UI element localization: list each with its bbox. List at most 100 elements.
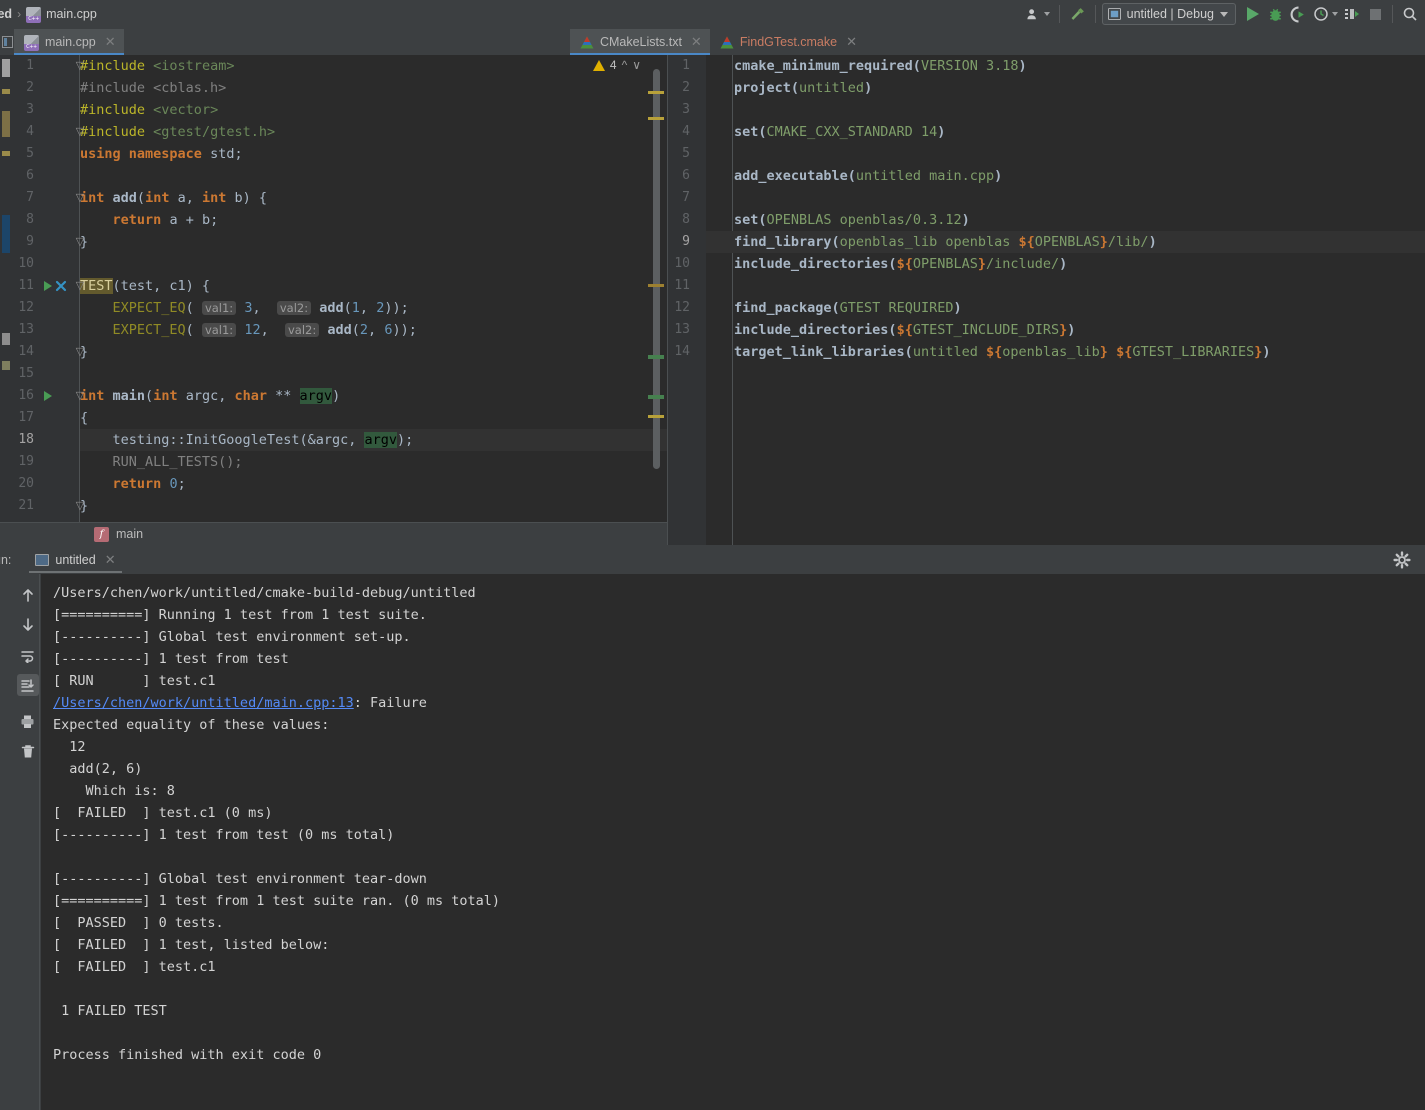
- gutter-run-main-icon[interactable]: [44, 385, 52, 407]
- stripe-mark-warning[interactable]: [648, 91, 664, 94]
- print-icon[interactable]: [17, 710, 39, 732]
- line-number: 2: [682, 80, 690, 95]
- close-icon[interactable]: ✕: [691, 34, 702, 50]
- fold-icon[interactable]: ▽: [74, 231, 86, 253]
- line-number-current: 18: [18, 432, 34, 447]
- run-with-coverage-icon[interactable]: [1287, 3, 1310, 25]
- search-icon[interactable]: [1399, 3, 1421, 25]
- line-number: 14: [674, 344, 690, 359]
- close-icon[interactable]: ✕: [846, 34, 857, 50]
- breadcrumb-function-name[interactable]: main: [116, 527, 143, 541]
- cpp-file-icon: [24, 34, 39, 51]
- console-line: 12: [53, 739, 86, 755]
- line-number: 3: [682, 102, 690, 117]
- attach-icon[interactable]: [1341, 3, 1364, 25]
- breadcrumb-file[interactable]: main.cpp: [46, 7, 97, 21]
- line-number-current: 9: [682, 234, 690, 249]
- clion-ide-window: led › main.cpp untitled | Debug: [0, 0, 1425, 1110]
- close-icon[interactable]: ✕: [105, 34, 116, 50]
- console-line: Process finished with exit code 0: [53, 1047, 322, 1063]
- main-toolbar: led › main.cpp untitled | Debug: [0, 0, 1425, 28]
- console-line: [ PASSED ] 0 tests.: [53, 915, 224, 931]
- stripe-mark-warning[interactable]: [648, 117, 664, 120]
- run-icon[interactable]: [1242, 3, 1264, 25]
- line-number: 7: [26, 190, 34, 205]
- run-tool-label: un:: [0, 553, 12, 567]
- close-icon[interactable]: ✕: [105, 552, 116, 568]
- tab-findgtest-cmake[interactable]: FindGTest.cmake ✕: [709, 29, 865, 55]
- breadcrumb-separator-icon: ›: [17, 7, 22, 21]
- line-number: 19: [18, 454, 34, 469]
- console-icon: [35, 554, 50, 566]
- fold-icon[interactable]: ▽: [74, 275, 86, 297]
- fold-icon[interactable]: ▽: [74, 187, 86, 209]
- stripe-mark-change[interactable]: [648, 355, 664, 359]
- project-tool-icon[interactable]: [0, 29, 14, 55]
- console-line: add(2, 6): [53, 761, 143, 777]
- line-number: 4: [26, 124, 34, 139]
- run-panel-left-strip: [0, 574, 16, 1110]
- line-number: 3: [26, 102, 34, 117]
- scrollbar-thumb[interactable]: [653, 69, 660, 469]
- file-link[interactable]: /Users/chen/work/untitled/main.cpp:13: [53, 695, 354, 711]
- editor-main-cpp[interactable]: #include <iostream> #include <cblas.h> #…: [0, 55, 668, 545]
- stripe-mark-change[interactable]: [648, 395, 664, 399]
- editor-code-left[interactable]: #include <iostream> #include <cblas.h> #…: [80, 55, 667, 545]
- editor-breadcrumb-left[interactable]: f main: [0, 522, 667, 545]
- console-line: [ FAILED ] test.c1 (0 ms): [53, 805, 273, 821]
- profile-icon[interactable]: [1310, 3, 1341, 25]
- inspection-widget[interactable]: 4 ^ ∨: [592, 58, 641, 72]
- fold-icon[interactable]: ▽: [74, 495, 86, 517]
- stripe-mark-warning[interactable]: [648, 284, 664, 287]
- user-dropdown-icon[interactable]: [1023, 3, 1053, 25]
- breadcrumb-project[interactable]: led: [0, 7, 12, 21]
- cmake-file-icon: [720, 36, 734, 49]
- console-line: [ FAILED ] test.c1: [53, 959, 216, 975]
- toolbar-divider-3: [1392, 5, 1393, 23]
- warning-count: 4: [609, 58, 617, 72]
- line-number: 13: [18, 322, 34, 337]
- tab-label: CMakeLists.txt: [599, 35, 682, 49]
- stripe-mark-warning[interactable]: [648, 415, 664, 418]
- editor-scrollbar-left[interactable]: [648, 69, 664, 489]
- fold-icon[interactable]: ▽: [74, 55, 86, 77]
- tab-main-cpp[interactable]: main.cpp ✕: [14, 29, 124, 55]
- gutter-run-test-icon[interactable]: [44, 275, 67, 297]
- warning-icon: [592, 59, 605, 71]
- console-line: [----------] Global test environment tea…: [53, 871, 427, 887]
- tab-label: FindGTest.cmake: [739, 35, 838, 49]
- editor-cmakelists[interactable]: cmake_minimum_required(VERSION 3.18) pro…: [668, 55, 1425, 545]
- line-number: 5: [682, 146, 690, 161]
- run-tab-untitled[interactable]: untitled ✕: [29, 547, 122, 573]
- line-number: 20: [18, 476, 34, 491]
- scroll-down-icon[interactable]: [17, 614, 39, 636]
- line-number: 6: [26, 168, 34, 183]
- toolbar-divider: [1058, 5, 1060, 23]
- console-output[interactable]: /Users/chen/work/untitled/cmake-build-de…: [41, 574, 1425, 1110]
- line-number: 9: [26, 234, 34, 249]
- run-panel-header: un: untitled ✕: [0, 546, 1425, 574]
- editor-code-right[interactable]: cmake_minimum_required(VERSION 3.18) pro…: [706, 55, 1425, 545]
- failure-suffix: : Failure: [353, 695, 427, 711]
- next-problem-icon[interactable]: ∨: [632, 58, 641, 72]
- line-number: 10: [674, 256, 690, 271]
- line-number: 8: [682, 212, 690, 227]
- fold-icon[interactable]: ▽: [74, 341, 86, 363]
- build-hammer-icon[interactable]: [1066, 3, 1089, 25]
- toolbar-divider-2: [1094, 5, 1096, 23]
- debug-icon[interactable]: [1264, 3, 1287, 25]
- previous-problem-icon[interactable]: ^: [622, 58, 628, 72]
- console-line: 1 FAILED TEST: [53, 1003, 167, 1019]
- toolbar-actions: untitled | Debug: [1023, 3, 1425, 25]
- gear-icon[interactable]: [1393, 551, 1413, 571]
- line-number: 11: [674, 278, 690, 293]
- fold-icon[interactable]: ▽: [74, 121, 86, 143]
- clear-all-icon[interactable]: [17, 740, 39, 762]
- run-configuration-selector[interactable]: untitled | Debug: [1101, 3, 1236, 25]
- fold-icon[interactable]: ▽: [74, 385, 86, 407]
- tab-cmakelists[interactable]: CMakeLists.txt ✕: [569, 29, 710, 55]
- console-line: [==========] Running 1 test from 1 test …: [53, 607, 427, 623]
- scroll-up-icon[interactable]: [17, 584, 39, 606]
- scroll-to-end-icon[interactable]: [16, 674, 39, 696]
- soft-wrap-icon[interactable]: [17, 644, 39, 666]
